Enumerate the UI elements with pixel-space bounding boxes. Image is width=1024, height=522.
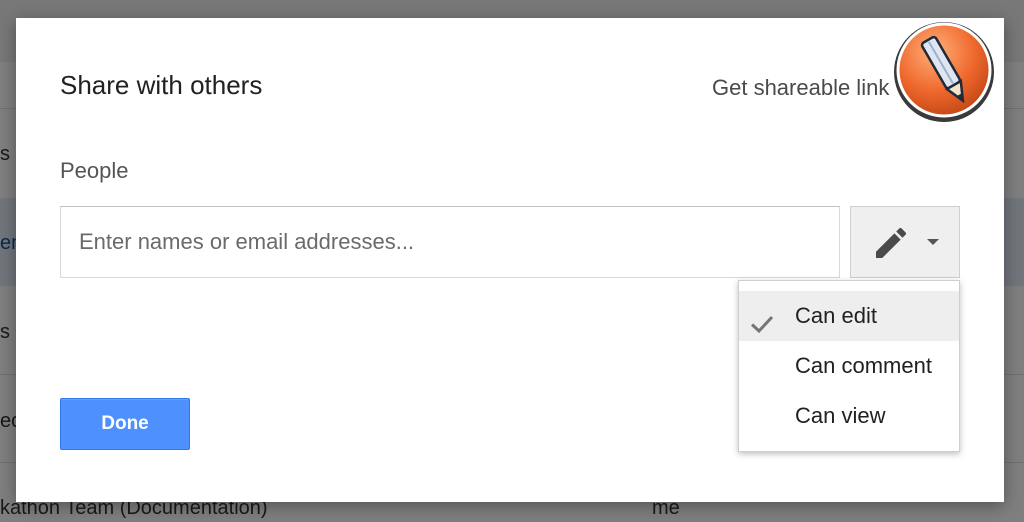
- permission-dropdown-button[interactable]: [850, 206, 960, 278]
- menu-item-can-edit[interactable]: Can edit: [739, 291, 959, 341]
- app-logo-badge: [890, 20, 998, 128]
- share-dialog: Share with others Get shareable link Peo…: [16, 18, 1004, 502]
- menu-item-can-comment[interactable]: Can comment: [739, 341, 959, 391]
- pencil-icon: [871, 223, 911, 263]
- menu-item-can-view[interactable]: Can view: [739, 391, 959, 441]
- get-shareable-link[interactable]: Get shareable link: [712, 75, 889, 101]
- permission-menu: Can edit Can comment Can view: [738, 280, 960, 452]
- pencil-logo-icon: [894, 22, 994, 122]
- menu-item-label: Can comment: [795, 353, 932, 378]
- chevron-down-icon: [927, 239, 939, 245]
- menu-item-label: Can view: [795, 403, 886, 428]
- done-button[interactable]: Done: [60, 398, 190, 450]
- people-input[interactable]: [60, 206, 840, 278]
- people-label: People: [60, 158, 129, 183]
- menu-item-label: Can edit: [795, 303, 877, 328]
- dialog-title: Share with others: [60, 70, 263, 100]
- check-icon: [749, 304, 775, 334]
